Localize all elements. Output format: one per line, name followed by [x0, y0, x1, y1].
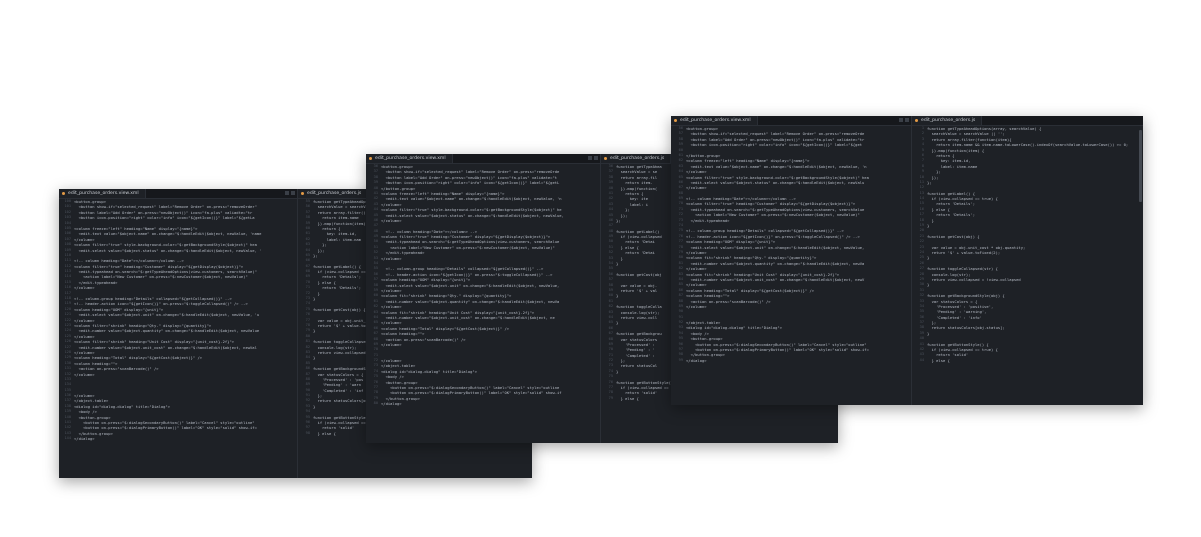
tab-label: edit_purchase_orders.view.xml [68, 191, 139, 196]
line-number: 44 [919, 357, 924, 362]
file-icon [62, 192, 65, 195]
tab-js[interactable]: edit_purchase_orders.js [912, 116, 983, 125]
tab-view-xml[interactable]: edit_purchase_orders.view.xml [366, 154, 453, 163]
code-line[interactable]: 80 </dialog> [366, 401, 600, 406]
code-line[interactable]: 144 </dialog> [59, 436, 297, 441]
split-pane-icon[interactable] [899, 118, 903, 122]
xml-pane: edit_purchase_orders.view.xml 56 <button-… [671, 116, 911, 405]
line-number: 79 [608, 395, 613, 400]
pane-controls [588, 156, 598, 160]
file-icon [915, 119, 918, 122]
file-icon [369, 157, 372, 160]
close-pane-icon[interactable] [594, 156, 598, 160]
tab-js[interactable]: edit_purchase_orders.js [601, 154, 672, 163]
code-area[interactable]: 56 <button-group> 57 <button show-if="sele… [671, 126, 911, 405]
code-text: } else { [927, 357, 950, 363]
vertical-scrollbar[interactable] [1139, 130, 1142, 202]
code-text: </dialog> [686, 357, 707, 363]
split-pane-icon[interactable] [588, 156, 592, 160]
code-text: </dialog> [74, 436, 95, 442]
js-pane: edit_purchase_orders.js 1 function getTyp… [912, 116, 1143, 405]
line-number: 98 [305, 430, 310, 435]
pane-controls [285, 191, 295, 195]
code-line[interactable]: 99 </dialog> [671, 358, 911, 363]
close-pane-icon[interactable] [905, 118, 909, 122]
tab-bar: edit_purchase_orders.view.xml [671, 116, 911, 126]
tab-bar: edit_purchase_orders.js [912, 116, 1143, 126]
code-area[interactable]: 36 <button-group> 37 <button show-if="sele… [366, 164, 600, 443]
line-number: 99 [678, 357, 683, 362]
code-area[interactable]: 100 <button-group> 101 <button show-if="se… [59, 199, 297, 478]
tab-bar: edit_purchase_orders.view.xml [366, 154, 600, 164]
file-icon [301, 192, 304, 195]
tab-label: edit_purchase_orders.js [307, 191, 362, 196]
tab-view-xml[interactable]: edit_purchase_orders.view.xml [671, 116, 758, 125]
split-pane-icon[interactable] [285, 191, 289, 195]
tab-label: edit_purchase_orders.js [921, 118, 976, 123]
pane-controls [899, 118, 909, 122]
tab-js[interactable]: edit_purchase_orders.js [298, 189, 369, 198]
tab-label: edit_purchase_orders.view.xml [680, 118, 751, 123]
code-line[interactable]: 44 } else { [912, 358, 1138, 363]
line-number: 144 [64, 436, 72, 441]
file-icon [604, 157, 607, 160]
line-number: 80 [373, 401, 378, 406]
xml-pane: edit_purchase_orders.view.xml 100 <button… [59, 189, 297, 478]
code-text: </dialog> [381, 401, 402, 407]
file-icon [674, 119, 677, 122]
tab-label: edit_purchase_orders.js [610, 156, 665, 161]
code-area[interactable]: 1 function getTypeAheadOptions(array, sea… [912, 126, 1138, 405]
xml-pane: edit_purchase_orders.view.xml 36 <button-… [366, 154, 600, 443]
tab-view-xml[interactable]: edit_purchase_orders.view.xml [59, 189, 146, 198]
tab-label: edit_purchase_orders.view.xml [375, 156, 446, 161]
tab-bar: edit_purchase_orders.view.xml [59, 189, 297, 199]
editor-window-3: edit_purchase_orders.view.xml 56 <button-… [671, 116, 1143, 405]
close-pane-icon[interactable] [291, 191, 295, 195]
